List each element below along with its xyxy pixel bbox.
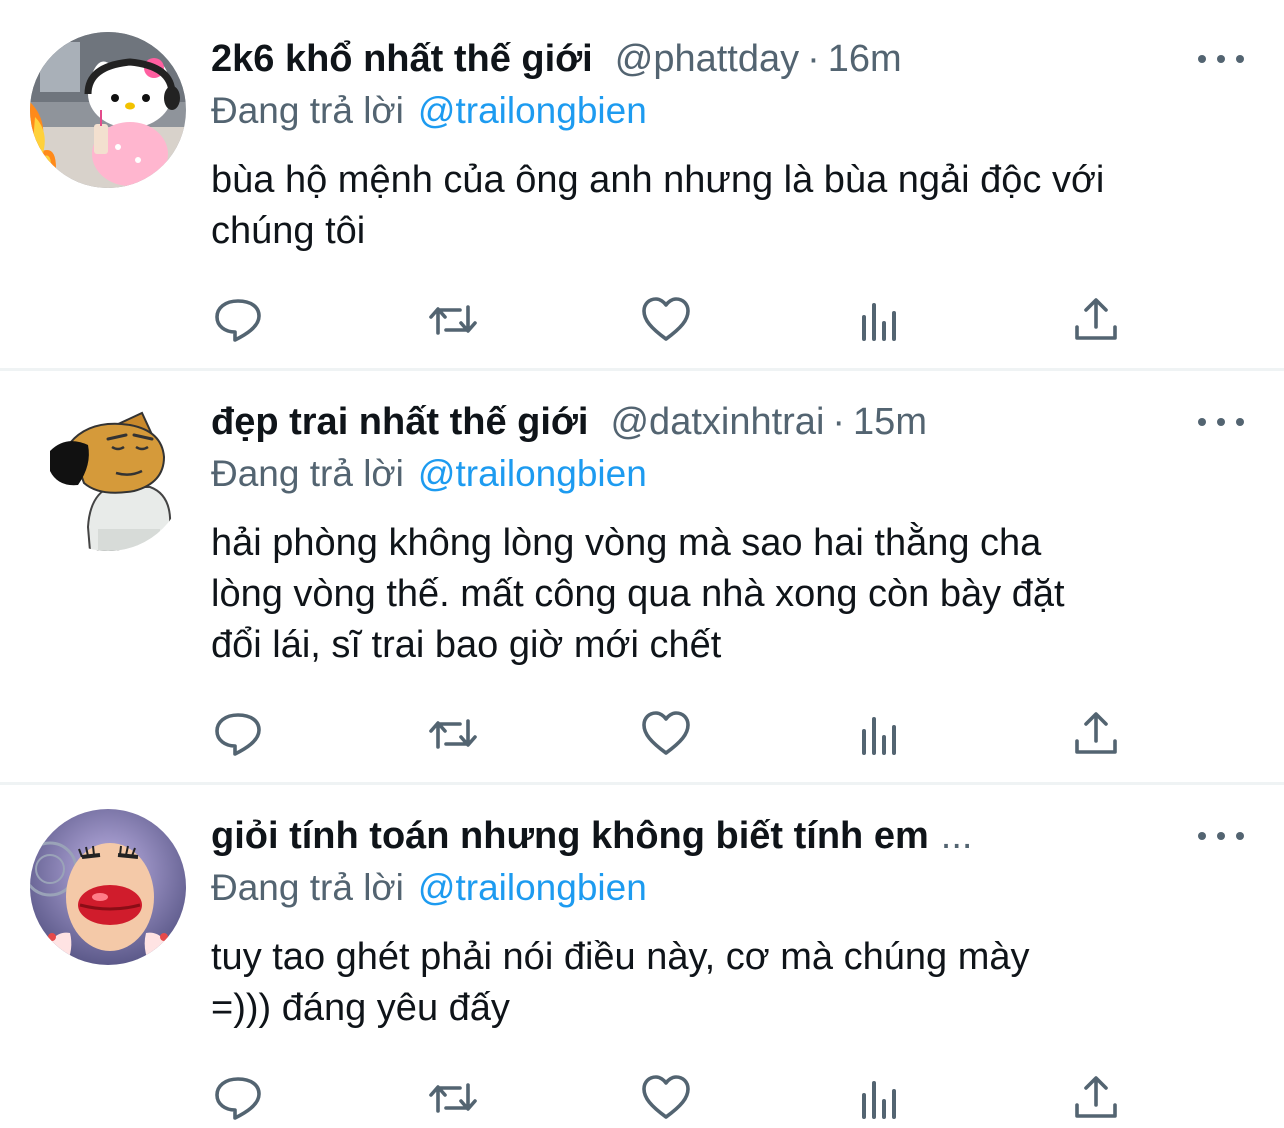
replying-prefix: Đang trả lời bbox=[211, 867, 404, 908]
share-icon bbox=[1075, 712, 1117, 754]
separator-dot: · bbox=[807, 38, 820, 80]
share-button[interactable] bbox=[1069, 295, 1123, 345]
reply-icon bbox=[215, 299, 261, 342]
reply-button[interactable] bbox=[211, 709, 265, 759]
more-dot-icon bbox=[1198, 418, 1206, 426]
tweet-text-line: bùa hộ mệnh của ông anh nhưng là bùa ngả… bbox=[211, 159, 1105, 201]
action-bar bbox=[211, 1073, 1121, 1123]
timestamp[interactable]: 16m bbox=[828, 38, 902, 80]
analytics-icon bbox=[862, 717, 896, 755]
retweet-button[interactable] bbox=[426, 709, 480, 759]
meme-face-avatar bbox=[30, 809, 186, 965]
replying-to-mention[interactable]: @trailongbien bbox=[418, 453, 647, 494]
replying-to: Đang trả lời @trailongbien bbox=[211, 449, 647, 499]
replying-prefix: Đang trả lời bbox=[211, 453, 404, 494]
tweet-header: 2k6 khổ nhất thế giới @phattday · 16m bbox=[211, 34, 902, 84]
share-icon bbox=[1075, 298, 1117, 340]
more-options-button[interactable] bbox=[1196, 44, 1246, 74]
replying-to: Đang trả lời @trailongbien bbox=[211, 86, 647, 136]
like-button[interactable] bbox=[639, 1073, 693, 1123]
analytics-button[interactable] bbox=[854, 709, 908, 759]
display-name[interactable]: đẹp trai nhất thế giới bbox=[211, 401, 588, 443]
action-bar bbox=[211, 295, 1121, 345]
retweet-button[interactable] bbox=[426, 1073, 480, 1123]
more-dot-icon bbox=[1236, 832, 1244, 840]
tweet-text-line: lòng vòng thế. mất công qua nhà xong còn… bbox=[211, 573, 1065, 615]
tweet-text: bùa hộ mệnh của ông anh nhưng là bùa ngả… bbox=[211, 155, 1261, 257]
like-button[interactable] bbox=[639, 295, 693, 345]
user-handle[interactable]: @datxinhtrai bbox=[610, 401, 824, 443]
analytics-icon bbox=[862, 1081, 896, 1119]
hello-kitty-avatar bbox=[30, 32, 186, 188]
like-icon bbox=[642, 297, 690, 341]
reply-button[interactable] bbox=[211, 295, 265, 345]
tweet-text-line: =))) đáng yêu đấy bbox=[211, 987, 510, 1029]
like-button[interactable] bbox=[639, 709, 693, 759]
timestamp[interactable]: 15m bbox=[853, 401, 927, 443]
tweet-text-line: tuy tao ghét phải nói điều này, cơ mà ch… bbox=[211, 936, 1030, 978]
reply-icon bbox=[215, 713, 261, 756]
user-handle[interactable]: @phattday bbox=[615, 38, 799, 80]
more-dot-icon bbox=[1198, 55, 1206, 63]
share-button[interactable] bbox=[1069, 709, 1123, 759]
reply-icon bbox=[215, 1077, 261, 1120]
share-button[interactable] bbox=[1069, 1073, 1123, 1123]
tweet-text-line: hải phòng không lòng vòng mà sao hai thằ… bbox=[211, 522, 1042, 564]
retweet-icon bbox=[429, 719, 477, 749]
tweet-header: đẹp trai nhất thế giới @datxinhtrai · 15m bbox=[211, 397, 927, 447]
replying-to-mention[interactable]: @trailongbien bbox=[418, 90, 647, 131]
like-icon bbox=[642, 711, 690, 755]
more-dot-icon bbox=[1236, 55, 1244, 63]
more-options-button[interactable] bbox=[1196, 407, 1246, 437]
more-dot-icon bbox=[1198, 832, 1206, 840]
reply-button[interactable] bbox=[211, 1073, 265, 1123]
replying-to: Đang trả lời @trailongbien bbox=[211, 863, 647, 913]
tweet-text: tuy tao ghét phải nói điều này, cơ mà ch… bbox=[211, 932, 1261, 1034]
tweet-text-line: chúng tôi bbox=[211, 210, 366, 252]
action-bar bbox=[211, 709, 1121, 759]
more-options-button[interactable] bbox=[1196, 821, 1246, 851]
share-icon bbox=[1075, 1076, 1117, 1118]
tweet-header: giỏi tính toán nhưng không biết tính em.… bbox=[211, 811, 972, 861]
replying-prefix: Đang trả lời bbox=[211, 90, 404, 131]
display-name[interactable]: 2k6 khổ nhất thế giới bbox=[211, 38, 593, 80]
analytics-icon bbox=[862, 303, 896, 341]
display-name[interactable]: giỏi tính toán nhưng không biết tính em bbox=[211, 815, 929, 857]
avatar[interactable] bbox=[30, 809, 186, 965]
tweet-text: hải phòng không lòng vòng mà sao hai thằ… bbox=[211, 518, 1261, 671]
retweet-icon bbox=[429, 1083, 477, 1113]
more-dot-icon bbox=[1217, 418, 1225, 426]
more-dot-icon bbox=[1217, 832, 1225, 840]
tweet[interactable]: đẹp trai nhất thế giới @datxinhtrai · 15m Đ… bbox=[0, 371, 1284, 782]
name-overflow: ... bbox=[940, 815, 973, 857]
retweet-icon bbox=[429, 305, 477, 335]
avatar[interactable] bbox=[30, 395, 186, 551]
like-icon bbox=[642, 1075, 690, 1119]
retweet-button[interactable] bbox=[426, 295, 480, 345]
analytics-button[interactable] bbox=[854, 1073, 908, 1123]
analytics-button[interactable] bbox=[854, 295, 908, 345]
tweet-text-line: đổi lái, sĩ trai bao giờ mới chết bbox=[211, 624, 722, 666]
replying-to-mention[interactable]: @trailongbien bbox=[418, 867, 647, 908]
avatar[interactable] bbox=[30, 32, 186, 188]
tweet[interactable]: 2k6 khổ nhất thế giới @phattday · 16m Đang … bbox=[0, 0, 1284, 368]
separator-dot: · bbox=[832, 401, 846, 443]
more-dot-icon bbox=[1236, 418, 1244, 426]
cartoon-dog-avatar bbox=[30, 395, 186, 551]
tweet[interactable]: giỏi tính toán nhưng không biết tính em.… bbox=[0, 785, 1284, 1128]
more-dot-icon bbox=[1217, 55, 1225, 63]
